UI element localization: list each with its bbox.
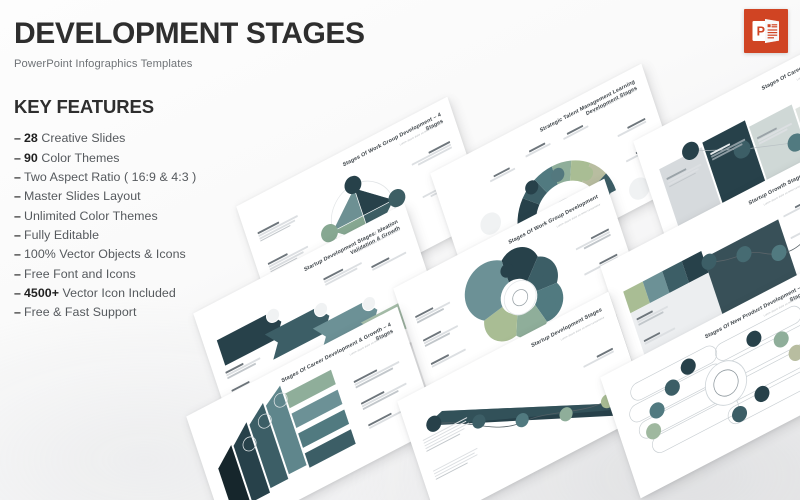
feature-item: –90 Color Themes — [14, 149, 314, 168]
feature-item: – Fully Editable — [14, 226, 314, 245]
feature-label: Free & Fast Support — [23, 305, 137, 320]
feature-label: Free Font and Icons — [23, 266, 136, 281]
feature-dash: – — [14, 305, 21, 320]
feature-dash: – — [14, 247, 21, 262]
feature-highlight: 28 — [23, 131, 42, 146]
feature-label: Two Aspect Ratio ( 16:9 & 4:3 ) — [23, 169, 197, 184]
feature-item: – Free & Fast Support — [14, 303, 314, 322]
feature-dash: – — [14, 169, 21, 184]
feature-label: 100% Vector Objects & Icons — [23, 247, 186, 262]
feature-label: Vector Icon Included — [62, 285, 176, 300]
key-features-heading: KEY FEATURES — [14, 96, 154, 118]
feature-label: Master Slides Layout — [23, 189, 141, 204]
feature-item: – Unlimited Color Themes — [14, 207, 314, 226]
feature-dash: – — [14, 208, 21, 223]
feature-label: Fully Editable — [23, 227, 100, 242]
feature-item: – Free Font and Icons — [14, 265, 314, 284]
feature-dash: – — [14, 227, 21, 242]
feature-item: –4500+ Vector Icon Included — [14, 284, 314, 303]
page-subtitle: PowerPoint Infographics Templates — [14, 58, 193, 71]
feature-dash: – — [14, 266, 21, 281]
feature-item: –100% Vector Objects & Icons — [14, 245, 314, 264]
feature-highlight: 4500+ — [23, 285, 63, 300]
svg-text:P: P — [757, 25, 765, 39]
feature-item: – Two Aspect Ratio ( 16:9 & 4:3 ) — [14, 168, 314, 187]
feature-item: –28 Creative Slides — [14, 129, 314, 148]
feature-dash: – — [14, 131, 21, 146]
feature-dash: – — [14, 189, 21, 204]
feature-label: Color Themes — [41, 150, 120, 165]
feature-dash: – — [14, 150, 21, 165]
feature-item: – Master Slides Layout — [14, 187, 314, 206]
powerpoint-logo-badge: P — [744, 9, 788, 53]
feature-dash: – — [14, 285, 21, 300]
feature-label: Creative Slides — [41, 131, 126, 146]
feature-highlight: 90 — [23, 150, 42, 165]
powerpoint-icon: P — [752, 19, 779, 43]
poster-canvas: Stages Of Work Group Development – 4 Sta… — [0, 0, 800, 500]
feature-label: Unlimited Color Themes — [23, 208, 158, 223]
key-features-list: –28 Creative Slides –90 Color Themes – Two … — [14, 129, 314, 322]
intro-copy: DEVELOPMENT STAGES PowerPoint Infographi… — [14, 17, 365, 323]
page-title: DEVELOPMENT STAGES — [14, 17, 365, 50]
